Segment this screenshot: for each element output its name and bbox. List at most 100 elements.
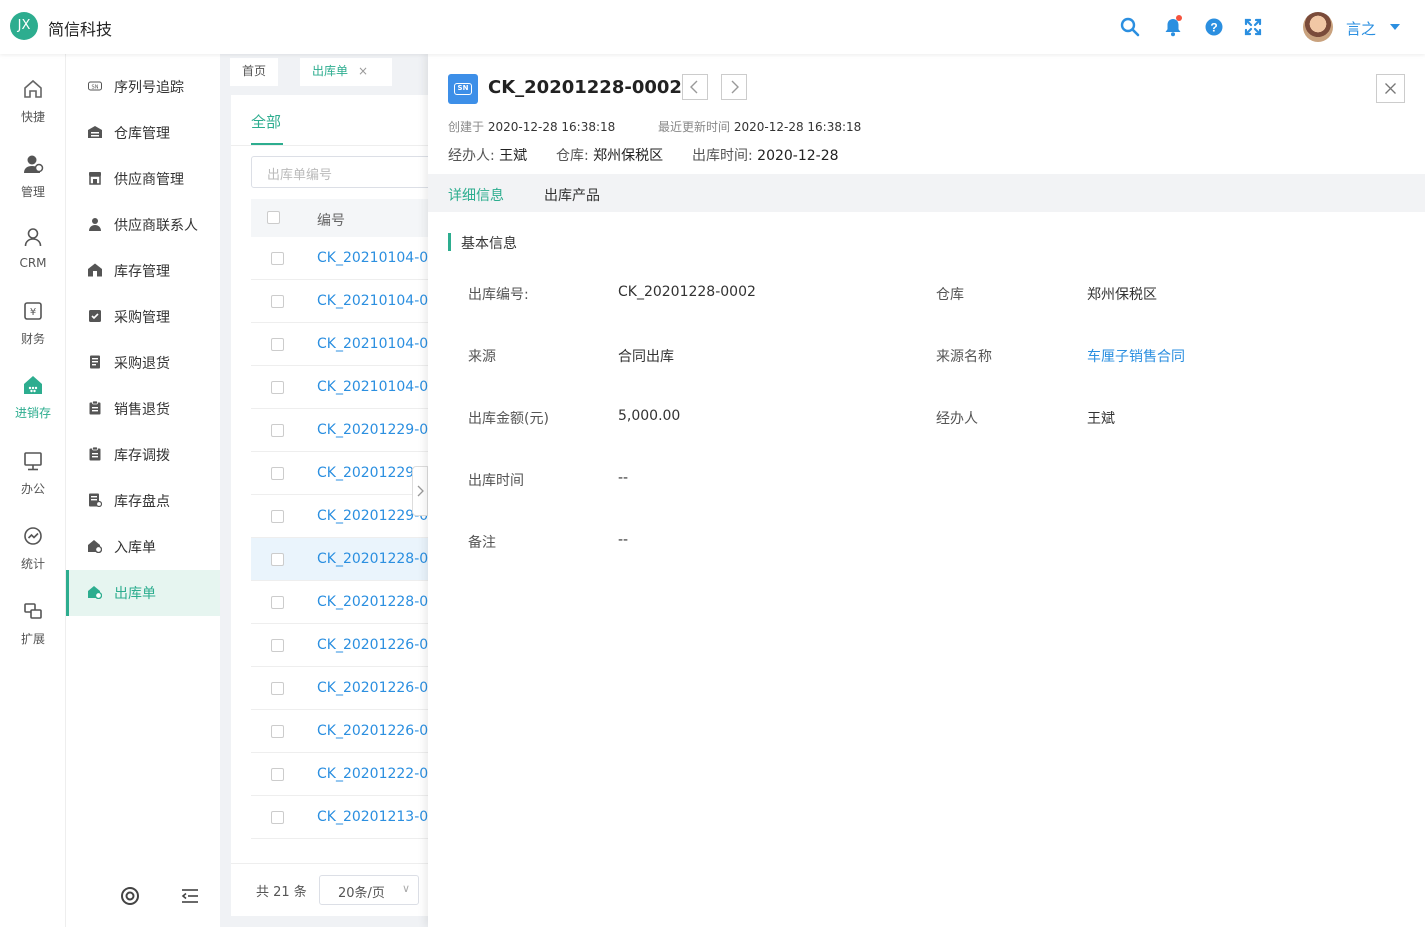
submenu-item-warehouse[interactable]: 仓库管理: [66, 110, 220, 156]
rail-label: 进销存: [14, 406, 51, 420]
out-time-value: 2020-12-28: [757, 148, 839, 164]
table-row[interactable]: CK_20201228-00: [251, 581, 431, 624]
row-code-link[interactable]: CK_20201229-: [317, 465, 419, 481]
row-checkbox[interactable]: [271, 596, 284, 609]
submenu-item-inbound[interactable]: 入库单: [66, 524, 220, 570]
user-name[interactable]: 言之: [1346, 18, 1376, 39]
svg-text:¥: ¥: [30, 307, 36, 318]
tab-home[interactable]: 首页: [230, 58, 279, 86]
panel-toggle-handle[interactable]: [412, 466, 428, 516]
rail-label: 财务: [20, 332, 45, 346]
row-code-link[interactable]: CK_20210104-00: [317, 379, 431, 395]
row-checkbox[interactable]: [271, 510, 284, 523]
submenu-item-outbound[interactable]: 出库单: [66, 570, 220, 616]
rail-item-inventory[interactable]: 进销存: [0, 374, 66, 444]
table-row[interactable]: CK_20201222-00: [251, 753, 431, 796]
row-checkbox[interactable]: [271, 768, 284, 781]
tab-detail-info[interactable]: 详细信息: [448, 185, 504, 205]
row-code-link[interactable]: CK_20201228-00: [317, 551, 431, 567]
rail-item-extend[interactable]: 扩展: [0, 600, 66, 670]
row-code-link[interactable]: CK_20201222-00: [317, 766, 431, 782]
collapse-menu-icon[interactable]: [180, 886, 200, 906]
tab-all[interactable]: 全部: [251, 111, 281, 132]
table-row[interactable]: CK_20210104-00: [251, 366, 431, 409]
table-row[interactable]: CK_20201226-00: [251, 667, 431, 710]
submenu-item-supplier[interactable]: 供应商管理: [66, 156, 220, 202]
rail-item-stats[interactable]: 统计: [0, 525, 66, 595]
row-code-link[interactable]: CK_20201228-00: [317, 594, 431, 610]
created-label: 创建于: [448, 120, 485, 134]
total-count: 共 21 条: [256, 885, 307, 900]
user-avatar[interactable]: [1303, 12, 1333, 42]
handler-meta: 经办人: 王斌: [448, 145, 527, 165]
divider: [231, 145, 431, 146]
submenu-item-purchase[interactable]: 采购管理: [66, 294, 220, 340]
sale-return-icon: [89, 401, 101, 415]
rail-item-crm[interactable]: CRM: [0, 226, 66, 296]
row-code-link[interactable]: CK_20201226-00: [317, 723, 431, 739]
table-row[interactable]: CK_20210104-00: [251, 280, 431, 323]
close-icon[interactable]: ×: [358, 64, 368, 78]
table-row[interactable]: CK_20201213-00: [251, 796, 431, 839]
tab-outbound[interactable]: 出库单 ×: [300, 58, 392, 86]
select-all-checkbox[interactable]: [267, 211, 280, 224]
row-checkbox[interactable]: [271, 338, 284, 351]
rail-item-finance[interactable]: ¥ 财务: [0, 300, 66, 370]
submenu-item-transfer[interactable]: 库存调拨: [66, 432, 220, 478]
search-input[interactable]: 出库单编号: [251, 156, 431, 188]
row-checkbox[interactable]: [271, 467, 284, 480]
rail-item-shortcut[interactable]: 快捷: [0, 78, 66, 148]
source-name-link[interactable]: 车厘子销售合同: [1087, 346, 1185, 366]
rail-label: 管理: [20, 185, 45, 199]
row-code-link[interactable]: CK_20210104-00: [317, 293, 431, 309]
help-icon[interactable]: ?: [1203, 16, 1225, 38]
row-checkbox[interactable]: [271, 295, 284, 308]
submenu-label: 供应商联系人: [114, 218, 198, 234]
inbound-icon: [88, 540, 102, 553]
row-code-link[interactable]: CK_20201226-00: [317, 680, 431, 696]
table-row[interactable]: CK_20210104-00: [251, 237, 431, 280]
close-button[interactable]: [1376, 74, 1405, 103]
tab-outbound-products[interactable]: 出库产品: [544, 185, 600, 205]
row-code-link[interactable]: CK_20201229-00: [317, 422, 431, 438]
row-checkbox[interactable]: [271, 811, 284, 824]
updated-meta: 最近更新时间 2020-12-28 16:38:18: [658, 118, 861, 135]
table-row[interactable]: CK_20210104-00: [251, 323, 431, 366]
warehouse-value: 郑州保税区: [593, 148, 664, 164]
rail-item-manage[interactable]: 管理: [0, 153, 66, 223]
row-checkbox[interactable]: [271, 682, 284, 695]
submenu-item-supplier-contact[interactable]: 供应商联系人: [66, 202, 220, 248]
chevron-down-icon[interactable]: [1390, 24, 1400, 30]
row-checkbox[interactable]: [271, 424, 284, 437]
row-code-link[interactable]: CK_20210104-00: [317, 250, 431, 266]
row-code-link[interactable]: CK_20210104-00: [317, 336, 431, 352]
submenu-label: 采购退货: [114, 356, 170, 372]
table-row[interactable]: CK_20201229-00: [251, 495, 431, 538]
submenu-item-stock[interactable]: 库存管理: [66, 248, 220, 294]
row-checkbox[interactable]: [271, 381, 284, 394]
table-row[interactable]: CK_20201226-00: [251, 710, 431, 753]
row-checkbox[interactable]: [271, 725, 284, 738]
row-checkbox[interactable]: [271, 639, 284, 652]
submenu-item-serial[interactable]: SN 序列号追踪: [66, 64, 220, 110]
row-code-link[interactable]: CK_20201213-00: [317, 809, 431, 825]
page-size-select[interactable]: 20条/页 ∨: [319, 875, 419, 905]
submenu-item-sales-return[interactable]: 销售退货: [66, 386, 220, 432]
rail-item-office[interactable]: 办公: [0, 450, 66, 520]
field-label-code: 出库编号:: [468, 287, 529, 303]
search-icon[interactable]: [1119, 16, 1141, 38]
next-button[interactable]: [721, 74, 747, 100]
row-checkbox[interactable]: [271, 252, 284, 265]
table-row[interactable]: CK_20201228-00: [251, 538, 431, 581]
submenu-item-purchase-return[interactable]: 采购退货: [66, 340, 220, 386]
prev-button[interactable]: [682, 74, 708, 100]
submenu-item-stocktake[interactable]: 库存盘点: [66, 478, 220, 524]
table-row[interactable]: CK_20201229-: [251, 452, 431, 495]
table-row[interactable]: CK_20201226-00: [251, 624, 431, 667]
submenu-label: 供应商管理: [114, 172, 184, 188]
row-checkbox[interactable]: [271, 553, 284, 566]
row-code-link[interactable]: CK_20201226-00: [317, 637, 431, 653]
fullscreen-icon[interactable]: [1242, 16, 1264, 38]
settings-ring-icon[interactable]: [120, 886, 140, 906]
table-row[interactable]: CK_20201229-00: [251, 409, 431, 452]
